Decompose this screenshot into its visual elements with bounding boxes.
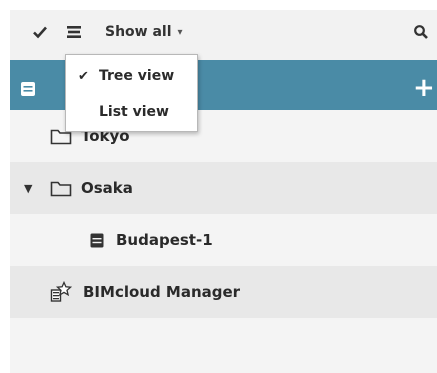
check-icon: ✔ <box>78 68 89 84</box>
show-all-label: Show all <box>105 24 172 40</box>
chevron-down-icon: ▾ <box>177 26 183 38</box>
add-button[interactable]: + <box>413 73 435 103</box>
document-icon <box>20 81 36 101</box>
checkmark-icon[interactable] <box>32 10 48 54</box>
tree-row-osaka[interactable]: ▼ Osaka <box>10 162 437 214</box>
view-mode-dropdown: ✔ Tree view List view <box>65 54 198 132</box>
tree-row-empty <box>10 318 437 373</box>
manager-icon <box>50 280 73 307</box>
menu-item-label: List view <box>99 104 169 120</box>
server-icon <box>90 233 104 252</box>
menu-item-tree-view[interactable]: ✔ Tree view <box>66 61 197 91</box>
expand-arrow-icon[interactable]: ▼ <box>24 182 32 195</box>
show-all-filter-button[interactable]: Show all ▾ <box>105 10 183 54</box>
toolbar: Show all ▾ <box>10 10 437 60</box>
search-icon[interactable] <box>413 10 429 54</box>
tree-row-label: Osaka <box>81 179 133 197</box>
server-tree-panel: Show all ▾ + Tokyo ▼ Osaka Budapest-1 BI… <box>10 10 437 373</box>
menu-item-label: Tree view <box>99 68 175 84</box>
tree-row-label: Budapest-1 <box>116 231 213 249</box>
tree-row-budapest-1[interactable]: Budapest-1 <box>10 214 437 266</box>
list-icon[interactable] <box>65 10 83 54</box>
tree-row-bimcloud-manager[interactable]: BIMcloud Manager <box>10 266 437 318</box>
tree-row-label: BIMcloud Manager <box>83 283 241 301</box>
folder-icon <box>50 179 72 201</box>
menu-item-list-view[interactable]: List view <box>66 97 197 127</box>
